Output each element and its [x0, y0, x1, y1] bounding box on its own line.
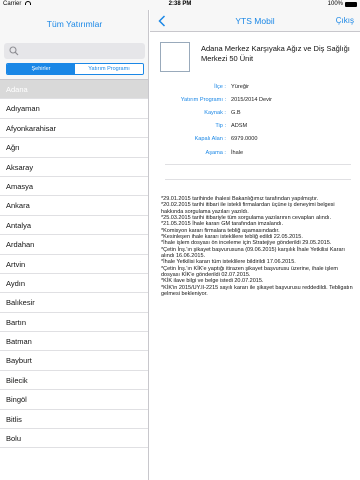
detail-row: Yatırım Programı : 2015/2014 Devir [150, 97, 360, 109]
note-line: *İhale işlem dosyası ön inceleme için St… [161, 240, 332, 247]
exit-button[interactable]: Çıkış [336, 16, 354, 25]
battery-percent: 100% [327, 1, 343, 7]
detail-value: ADSM [231, 123, 248, 129]
master-panel: Tüm Yatırımlar Şehirler Yatırım Programı… [0, 10, 149, 480]
detail-value: İhale [231, 150, 244, 156]
project-notes: *29.01.2015 tarihinde ihalesi Bakanlığım… [161, 196, 356, 298]
project-thumbnail[interactable] [160, 42, 190, 72]
city-list-item[interactable]: Artvin [0, 255, 148, 274]
city-list-item[interactable]: Batman [0, 332, 148, 352]
detail-label: Kapalı Alan : [194, 136, 226, 142]
project-header: Adana Merkez Karşıyaka Ağız ve Diş Sağlı… [150, 32, 360, 82]
detail-label: İlçe : [214, 84, 226, 90]
detail-row: İlçe : Yüreğir [150, 84, 360, 96]
detail-value: G.B [231, 110, 241, 116]
battery-indicator: 100% [328, 1, 357, 7]
city-list-item[interactable]: Bolu [0, 429, 148, 449]
city-list-item[interactable]: Adıyaman [0, 99, 148, 119]
detail-row: Kaynak : G.B [150, 110, 360, 122]
divider [165, 179, 351, 180]
detail-label: Yatırım Programı : [180, 97, 226, 103]
note-line: *Çetin İnş.'ın KİK'e yaptığı itirazen şi… [161, 265, 338, 279]
detail-row: Aşama : İhale [150, 150, 360, 162]
note-line: *KİK'in 2015/UY.II-2215 sayılı kararı il… [161, 284, 353, 298]
detail-value: 6979.0000 [231, 136, 258, 142]
city-list-item[interactable]: Bingöl [0, 390, 148, 410]
segmented-control: Şehirler Yatırım Programı [6, 63, 144, 75]
note-line: *Çetin İnş.'ın şikayet başvurusuna (09.0… [161, 246, 345, 260]
detail-header: YTS Mobil Çıkış [150, 10, 360, 32]
detail-label: Aşama : [205, 150, 226, 156]
detail-row: Tip : ADSM [150, 123, 360, 135]
detail-panel: YTS Mobil Çıkış Adana Merkez Karşıyaka A… [150, 10, 360, 480]
city-list-item[interactable]: Afyonkarahisar [0, 119, 148, 139]
city-list-item[interactable]: Bilecik [0, 371, 148, 391]
detail-label: Kaynak : [204, 110, 226, 116]
detail-value: 2015/2014 Devir [231, 97, 273, 103]
city-list-item[interactable]: Antalya [0, 216, 148, 236]
status-time: 2:38 PM [168, 1, 192, 7]
segment-cities[interactable]: Şehirler [7, 64, 75, 74]
city-list-item[interactable]: Ardahan [0, 235, 148, 255]
divider [165, 164, 351, 165]
master-header: Tüm Yatırımlar Şehirler Yatırım Programı [0, 10, 148, 80]
city-list-item[interactable]: Amasya [0, 177, 148, 197]
search-icon [9, 46, 19, 56]
project-name: Adana Merkez Karşıyaka Ağız ve Diş Sağlı… [201, 44, 350, 63]
master-title: Tüm Yatırımlar [46, 19, 103, 29]
detail-label: Tip : [215, 123, 226, 129]
battery-icon [345, 1, 357, 7]
city-list-item[interactable]: Bartın [0, 313, 148, 333]
segment-investment-program[interactable]: Yatırım Programı [75, 64, 143, 74]
city-list-item[interactable]: Ağrı [0, 138, 148, 158]
project-details: İlçe : Yüreğir Yatırım Programı : 2015/2… [150, 82, 360, 192]
search-input[interactable] [4, 43, 145, 59]
city-list: Adana Adıyaman Afyonkarahisar Ağrı Aksaray Am… [0, 80, 148, 449]
city-list-item[interactable]: Ankara [0, 196, 148, 216]
detail-value: Yüreğir [231, 84, 250, 90]
city-list-item[interactable]: Aydın [0, 274, 148, 294]
detail-title: YTS Mobil [235, 16, 275, 26]
detail-row: Kapalı Alan : 6979.0000 [150, 136, 360, 148]
city-list-item[interactable]: Bayburt [0, 351, 148, 371]
city-list-item[interactable]: Adana [0, 80, 148, 100]
note-line: *20.02.2015 tarihi itibari ile istekli f… [161, 202, 335, 215]
city-list-item[interactable]: Aksaray [0, 158, 148, 177]
city-list-item[interactable]: Balıkesir [0, 293, 148, 313]
status-bar: Carrier 2:38 PM 100% [0, 0, 360, 10]
city-list-item[interactable]: Bitlis [0, 410, 148, 430]
